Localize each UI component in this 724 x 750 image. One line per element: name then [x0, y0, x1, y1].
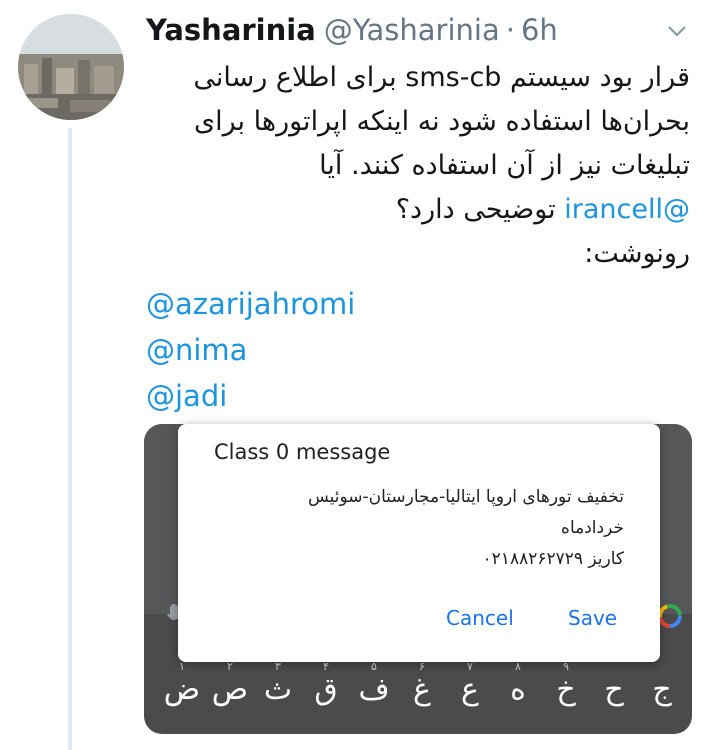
tweet-text-line: قرار بود سیستم sms-cb برای اطلاع رسانی: [193, 62, 690, 93]
keyboard-key: ث: [263, 672, 293, 707]
keyboard-key: ع: [461, 672, 479, 707]
mention-irancell[interactable]: @irancell: [564, 194, 690, 225]
tweet-text: قرار بود سیستم sms-cb برای اطلاع رسانی ب…: [146, 56, 690, 276]
dialog-message-line: تخفیف تورهای اروپا ایتالیا-مجارستان-سوئی…: [307, 487, 624, 507]
tweet-text-fragment: توضیحی دارد؟: [395, 194, 565, 225]
tweet-header: Yasharinia @Yasharinia · 6h: [146, 10, 558, 50]
dialog-title: Class 0 message: [214, 440, 391, 464]
google-icon: [656, 602, 684, 637]
mention-azarijahromi[interactable]: @azarijahromi: [146, 281, 355, 327]
keyboard-key: غ: [413, 672, 431, 707]
tweet-text-line-4: @irancell توضیحی دارد؟: [146, 188, 690, 232]
dialog-message: تخفیف تورهای اروپا ایتالیا-مجارستان-سوئی…: [198, 482, 624, 575]
display-name[interactable]: Yasharinia: [146, 13, 316, 47]
chevron-down-icon[interactable]: [664, 20, 690, 42]
keyboard-key: ص: [211, 672, 248, 707]
save-button[interactable]: Save: [568, 606, 617, 630]
dialog-message-line: خردادماه: [561, 518, 624, 538]
keyboard-key: ج: [652, 672, 672, 707]
avatar-cityscape-image: [18, 14, 124, 120]
tweet-text-line: بحران‌ها استفاده شود نه اینکه اپراتورها …: [193, 106, 690, 137]
avatar[interactable]: [18, 14, 124, 120]
keyboard-key: ض: [163, 672, 200, 707]
tweet-timestamp[interactable]: 6h: [521, 13, 558, 47]
separator-dot: ·: [505, 13, 515, 47]
keyboard-key: ف: [358, 672, 390, 707]
mention-list: @azarijahromi @nima @jadi: [146, 281, 355, 419]
tweet-text-line: رونوشت:: [584, 238, 690, 269]
user-handle[interactable]: @Yasharinia: [324, 13, 500, 47]
keyboard-key: ه: [510, 672, 526, 707]
mention-jadi[interactable]: @jadi: [146, 373, 355, 419]
tweet-text-line: تبلیغات نیز از آن استفاده کنند. آیا: [319, 150, 690, 181]
mention-nima[interactable]: @nima: [146, 327, 355, 373]
thread-line: [68, 128, 72, 750]
cancel-button[interactable]: Cancel: [446, 606, 514, 630]
dialog-message-line: کاریز ۰۲۱۸۸۲۶۲۷۲۹: [482, 549, 624, 569]
class0-message-dialog: Class 0 message تخفیف تورهای اروپا ایتال…: [178, 424, 660, 662]
keyboard-key: ق: [314, 672, 338, 707]
keyboard-key: ح: [604, 672, 624, 707]
keyboard-key: خ: [556, 672, 576, 707]
